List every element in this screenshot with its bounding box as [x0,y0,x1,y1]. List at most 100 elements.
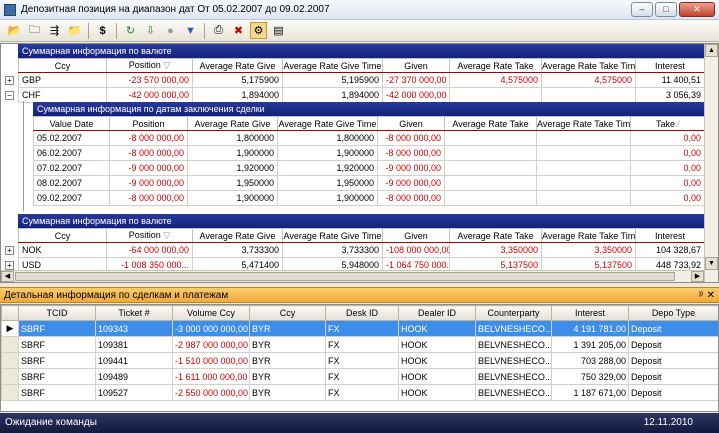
col-avg-rate-give-time[interactable]: Average Rate Give Time [282,228,383,243]
refresh-icon[interactable]: ↻ [122,22,139,39]
cell-artt: 4,575000 [541,72,636,88]
cell-artt [536,175,631,191]
table-row[interactable]: SBRF 109489 -1 611 000 000,00 BYR FX HOO… [1,368,718,385]
col-given[interactable]: Given [382,228,450,243]
col-take[interactable]: Take ⁄ [630,116,705,131]
minimize-button[interactable]: – [631,2,653,17]
close-button[interactable]: ✕ [679,2,715,17]
pin-icon[interactable]: ᵖ [699,288,703,303]
circle-icon[interactable]: ● [162,22,179,39]
horizontal-scrollbar[interactable]: ◀ ▶ [1,270,704,282]
move-icon[interactable]: ⇶ [46,22,63,39]
col-ccy[interactable]: Ccy [249,305,326,321]
col-value-date[interactable]: Value Date [33,116,110,131]
delete-icon[interactable]: ✖ [230,22,247,39]
col-avg-rate-take[interactable]: Average Rate Take [444,116,537,131]
col-avg-rate-give[interactable]: Average Rate Give [192,228,283,243]
cell-position: -9 000 000,00 [109,160,188,176]
col-volume-ccy[interactable]: Volume Ccy [172,305,250,321]
table-row[interactable]: SBRF 109381 -2 987 000 000,00 BYR FX HOO… [1,336,718,353]
filter-icon[interactable]: ▼ [182,22,199,39]
col-interest[interactable]: Interest [635,228,705,243]
scroll-thumb[interactable] [15,272,675,281]
cell-depo-type: Deposit [628,384,718,401]
cell-tcid: SBRF [18,320,96,337]
col-desk-id[interactable]: Desk ID [325,305,399,321]
col-avg-rate-give-time[interactable]: Average Rate Give Time [282,58,383,73]
detail-table: TCID Ticket # Volume Ccy Ccy Desk ID Dea… [1,305,718,401]
col-avg-rate-take-time[interactable]: Average Rate Take Time [541,58,636,73]
col-given[interactable]: Given [382,58,450,73]
maximize-button[interactable]: □ [655,2,677,17]
scroll-down-icon[interactable]: ▼ [705,257,718,270]
dollar-icon[interactable]: $ [94,22,111,39]
table-row[interactable]: 08.02.2007 -9 000 000,00 1,950000 1,9500… [33,175,705,191]
col-ccy[interactable]: Ccy [18,58,107,73]
cell-ticket: 109381 [95,336,173,353]
export-icon[interactable]: ⇩ [142,22,159,39]
summary-grid[interactable]: Суммарная информация по валюте Ccy Posit… [0,43,719,283]
col-position[interactable]: Position ▽ [106,228,193,243]
table-row[interactable]: 06.02.2007 -8 000 000,00 1,900000 1,9000… [33,145,705,161]
panel-close-icon[interactable]: ✕ [707,288,715,303]
col-interest[interactable]: Interest [635,58,705,73]
cell-counterparty: BELVNESHECO... [475,336,552,353]
table-row[interactable]: SBRF 109441 -1 510 000 000,00 BYR FX HOO… [1,352,718,369]
expand-nok-icon[interactable]: + [5,246,14,255]
col-avg-rate-give[interactable]: Average Rate Give [187,116,278,131]
date-summary-table: Value Date Position Average Rate Give Av… [33,116,705,206]
col-avg-rate-take[interactable]: Average Rate Take [449,58,542,73]
col-depo-type[interactable]: Depo Type [628,305,718,321]
cell-desk: FX [325,368,399,385]
row-indicator [1,336,19,353]
cell-arg: 1,900000 [187,190,278,206]
table-row[interactable]: 07.02.2007 -9 000 000,00 1,920000 1,9200… [33,160,705,176]
col-avg-rate-give[interactable]: Average Rate Give [192,58,283,73]
cell-tcid: SBRF [18,368,96,385]
scroll-up-icon[interactable]: ▲ [705,44,718,57]
cell-depo-type: Deposit [628,352,718,369]
cell-argt: 1,894000 [282,87,383,103]
col-position[interactable]: Position [109,116,188,131]
scroll-right-icon[interactable]: ▶ [691,271,704,282]
expand-usd-icon[interactable]: + [5,261,14,270]
cell-artt [536,145,631,161]
folder-open-icon[interactable]: 📂 [6,22,23,39]
col-interest[interactable]: Interest [551,305,629,321]
col-avg-rate-give-time[interactable]: Average Rate Give Time [277,116,378,131]
cell-position: -8 000 000,00 [109,190,188,206]
currency-summary-table: Ccy Position ▽ Average Rate Give Average… [18,58,705,103]
detail-grid[interactable]: TCID Ticket # Volume Ccy Ccy Desk ID Dea… [0,304,719,412]
scroll-left-icon[interactable]: ◀ [1,271,14,282]
table-row[interactable]: CHF -42 000 000,00 1,894000 1,894000 -42… [18,87,705,103]
cell-ticket: 109527 [95,384,173,401]
col-counterparty[interactable]: Counterparty [475,305,552,321]
print-icon[interactable]: ⎙ [210,22,227,39]
cell-desk: FX [325,336,399,353]
folder-icon[interactable]: 📁 [66,22,83,39]
cell-interest: 104 328,67 [635,242,705,258]
table-row[interactable]: GBP -23 570 000,00 5,175900 5,195900 -27… [18,72,705,88]
settings-icon[interactable]: ⚙ [250,22,267,39]
col-position[interactable]: Position ▽ [106,58,193,73]
table-row[interactable]: NOK -64 000 000,00 3,733300 3,733300 -10… [18,242,705,258]
collapse-chf-icon[interactable]: − [5,91,14,100]
table-row[interactable]: 09.02.2007 -8 000 000,00 1,900000 1,9000… [33,190,705,206]
cell-argt: 1,920000 [277,160,378,176]
table-row[interactable]: 05.02.2007 -8 000 000,00 1,800000 1,8000… [33,130,705,146]
col-ticket[interactable]: Ticket # [95,305,173,321]
table-row[interactable]: ▶ SBRF 109343 -3 000 000 000,00 BYR FX H… [1,320,718,337]
vertical-scrollbar[interactable]: ▲ ▼ [704,44,718,282]
folder-save-icon[interactable]: 🗀 [26,22,43,39]
col-tcid[interactable]: TCID [18,305,96,321]
report-icon[interactable]: ▤ [270,22,287,39]
col-ccy[interactable]: Ccy [18,228,107,243]
expand-gbp-icon[interactable]: + [5,76,14,85]
col-avg-rate-take[interactable]: Average Rate Take [449,228,542,243]
col-given[interactable]: Given [377,116,445,131]
col-avg-rate-take-time[interactable]: Average Rate Take Time [541,228,636,243]
table-row[interactable]: SBRF 109527 -2 550 000 000,00 BYR FX HOO… [1,384,718,401]
cell-dealer: HOOK [398,352,476,369]
col-dealer-id[interactable]: Dealer ID [398,305,476,321]
col-avg-rate-take-time[interactable]: Average Rate Take Time [536,116,631,131]
